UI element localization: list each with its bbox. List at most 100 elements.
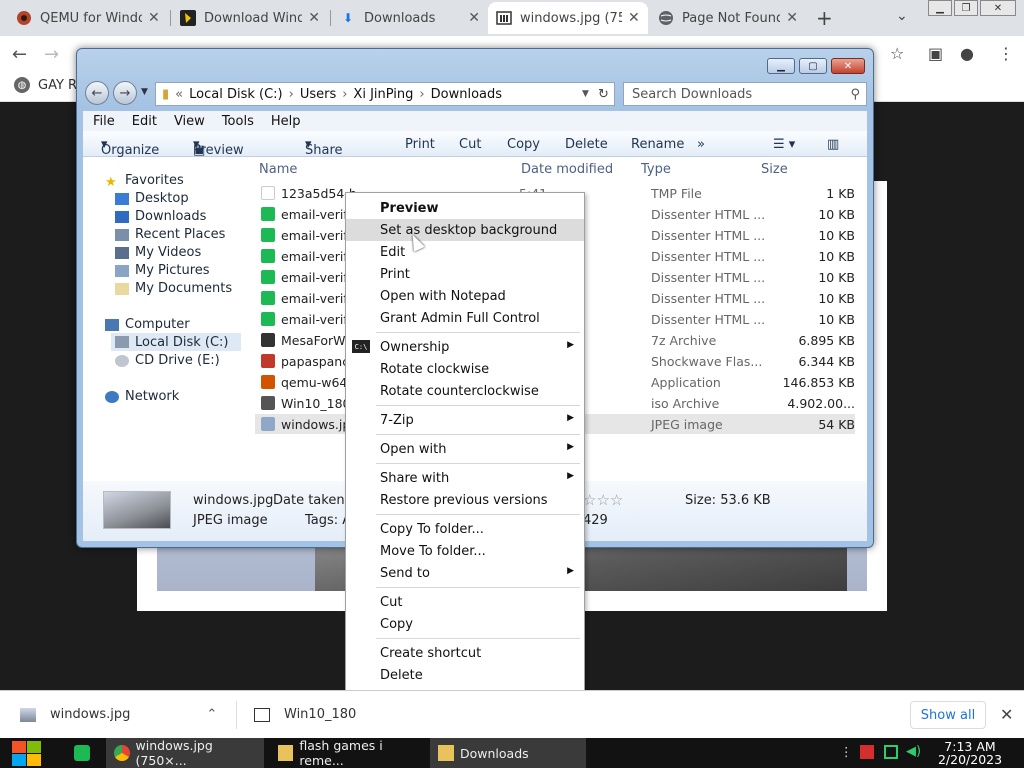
nav-my-videos[interactable]: My Videos (115, 245, 201, 260)
menu-item-open-with-notepad[interactable]: Open with Notepad (346, 285, 584, 307)
address-bar[interactable]: ▮ « Local Disk (C:) › Users › Xi JinPing… (155, 82, 615, 106)
menu-item-open-with[interactable]: Open with ▶ (346, 438, 584, 460)
nav-network[interactable]: Network (105, 389, 179, 404)
menu-item-copy[interactable]: Copy (346, 613, 584, 635)
refresh-icon[interactable]: ↻ (598, 87, 609, 102)
menu-item-send-to[interactable]: Send to ▶ (346, 562, 584, 584)
menu-file[interactable]: File (93, 114, 115, 129)
menu-item-copy-to-folder[interactable]: Copy To folder... (346, 518, 584, 540)
menu-item-rotate-clockwise[interactable]: Rotate clockwise (346, 358, 584, 380)
nav-cd-drive[interactable]: CD Drive (E:) (115, 353, 220, 368)
preview-pane-icon[interactable]: ▥ (827, 137, 839, 152)
chevron-down-icon[interactable]: ⌄ (896, 8, 908, 24)
menu-item-grant-admin-full-control[interactable]: Grant Admin Full Control (346, 307, 584, 329)
nav-my-documents[interactable]: My Documents (115, 281, 232, 296)
close-window-icon[interactable]: ✕ (831, 58, 865, 74)
start-button[interactable] (10, 740, 42, 766)
flag-icon[interactable] (860, 745, 874, 759)
show-all-button[interactable]: Show all (910, 701, 986, 729)
menu-item-preview[interactable]: Preview (346, 197, 584, 219)
breadcrumb-separator-icon[interactable]: › (342, 87, 347, 102)
overflow-icon[interactable]: ⋮ (840, 744, 853, 759)
download-item[interactable]: Win10_180 (254, 707, 356, 722)
forward-icon[interactable]: → (113, 81, 137, 105)
menu-icon[interactable]: ⋮ (998, 44, 1014, 63)
breadcrumb-separator-icon[interactable]: › (289, 87, 294, 102)
network-tray-icon[interactable] (884, 745, 898, 759)
bookmark-item[interactable]: ◍ GAY R (14, 77, 77, 93)
menu-item-edit[interactable]: Edit (346, 241, 584, 263)
volume-icon[interactable]: ◀) (906, 744, 921, 759)
nav-desktop[interactable]: Desktop (115, 191, 189, 206)
tab-download-windows[interactable]: Download Windo ✕ (172, 2, 328, 34)
menu-item-cut[interactable]: Cut (346, 591, 584, 613)
delete-button[interactable]: Delete (565, 137, 608, 152)
maximize-icon[interactable]: ▢ (799, 58, 827, 74)
close-icon[interactable]: ✕ (1000, 705, 1013, 724)
nav-local-disk[interactable]: Local Disk (C:) (111, 333, 241, 351)
profile-icon[interactable]: ● (960, 44, 974, 63)
more-commands-button[interactable]: » (697, 137, 705, 152)
rating-stars[interactable]: ☆☆☆ (583, 491, 623, 509)
menu-view[interactable]: View (174, 114, 205, 129)
view-options-icon[interactable]: ☰ ▾ (773, 137, 795, 152)
breadcrumb-overflow-icon[interactable]: « (175, 87, 183, 102)
menu-tools[interactable]: Tools (222, 114, 254, 129)
breadcrumb-item[interactable]: Downloads (431, 87, 502, 102)
breadcrumb-item[interactable]: Users (300, 87, 336, 102)
minimize-icon[interactable]: ▁ (928, 0, 952, 16)
back-icon[interactable]: ← (85, 81, 109, 105)
menu-help[interactable]: Help (271, 114, 301, 129)
nav-computer[interactable]: Computer (105, 317, 190, 332)
organize-button[interactable]: Organize ▾ (101, 137, 159, 158)
menu-item-create-shortcut[interactable]: Create shortcut (346, 642, 584, 664)
print-button[interactable]: Print (405, 137, 435, 152)
taskbar-downloads[interactable]: Downloads (430, 738, 586, 768)
breadcrumb-item[interactable]: Xi JinPing (353, 87, 413, 102)
close-icon[interactable]: ✕ (786, 10, 798, 26)
menu-item-print[interactable]: Print (346, 263, 584, 285)
breadcrumb-item[interactable]: Local Disk (C:) (189, 87, 282, 102)
menu-item-rotate-counterclockwise[interactable]: Rotate counterclockwise (346, 380, 584, 402)
menu-item-set-as-desktop-background[interactable]: Set as desktop background (346, 219, 584, 241)
cut-button[interactable]: Cut (459, 137, 481, 152)
taskbar-folder[interactable]: flash games i reme... (270, 738, 426, 768)
tab-windows-jpg[interactable]: windows.jpg (750 ✕ (488, 2, 648, 34)
taskbar-pinned-app[interactable] (66, 738, 102, 768)
nav-my-pictures[interactable]: My Pictures (115, 263, 210, 278)
column-type[interactable]: Type (641, 162, 671, 177)
dropdown-icon[interactable]: ▼ (582, 89, 589, 99)
nav-favorites[interactable]: ★ Favorites (105, 173, 184, 190)
breadcrumb-separator-icon[interactable]: › (419, 87, 424, 102)
column-name[interactable]: Name (259, 162, 297, 177)
back-icon[interactable]: ← (12, 44, 27, 65)
close-icon[interactable]: ✕ (628, 10, 640, 26)
clock[interactable]: 7:13 AM 2/20/2023 (932, 740, 1008, 766)
tab-qemu[interactable]: QEMU for Windo ✕ (8, 2, 168, 34)
menu-item-7-zip[interactable]: 7-Zip ▶ (346, 409, 584, 431)
download-item[interactable]: windows.jpg ⌃ (20, 707, 217, 722)
nav-recent-places[interactable]: Recent Places (115, 227, 225, 242)
share-with-button[interactable]: Share with ▾ (305, 137, 343, 173)
menu-item-move-to-folder[interactable]: Move To folder... (346, 540, 584, 562)
new-tab-icon[interactable]: + (816, 6, 833, 30)
column-date[interactable]: Date modified (521, 162, 613, 177)
forward-icon[interactable]: → (44, 44, 59, 65)
sidepanel-icon[interactable]: ▣ (928, 44, 943, 63)
star-icon[interactable]: ☆ (890, 44, 904, 63)
chevron-up-icon[interactable]: ⌃ (206, 707, 217, 722)
tab-downloads[interactable]: ⬇ Downloads ✕ (332, 2, 488, 34)
close-icon[interactable]: ✕ (148, 10, 160, 26)
menu-item-ownership[interactable]: C:\ Ownership ▶ (346, 336, 584, 358)
menu-edit[interactable]: Edit (132, 114, 157, 129)
close-icon[interactable]: ✕ (468, 10, 480, 26)
taskbar-chrome[interactable]: windows.jpg (750×... (106, 738, 264, 768)
search-icon[interactable]: ⚲ (850, 87, 860, 102)
menu-item-restore-previous-versions[interactable]: Restore previous versions (346, 489, 584, 511)
preview-button[interactable]: ▣ Preview ▾ (193, 137, 244, 158)
restore-icon[interactable]: ❐ (954, 0, 978, 16)
menu-item-share-with[interactable]: Share with ▶ (346, 467, 584, 489)
close-icon[interactable]: ✕ (308, 10, 320, 26)
search-input[interactable]: Search Downloads ⚲ (623, 82, 867, 106)
nav-downloads[interactable]: Downloads (115, 209, 206, 224)
